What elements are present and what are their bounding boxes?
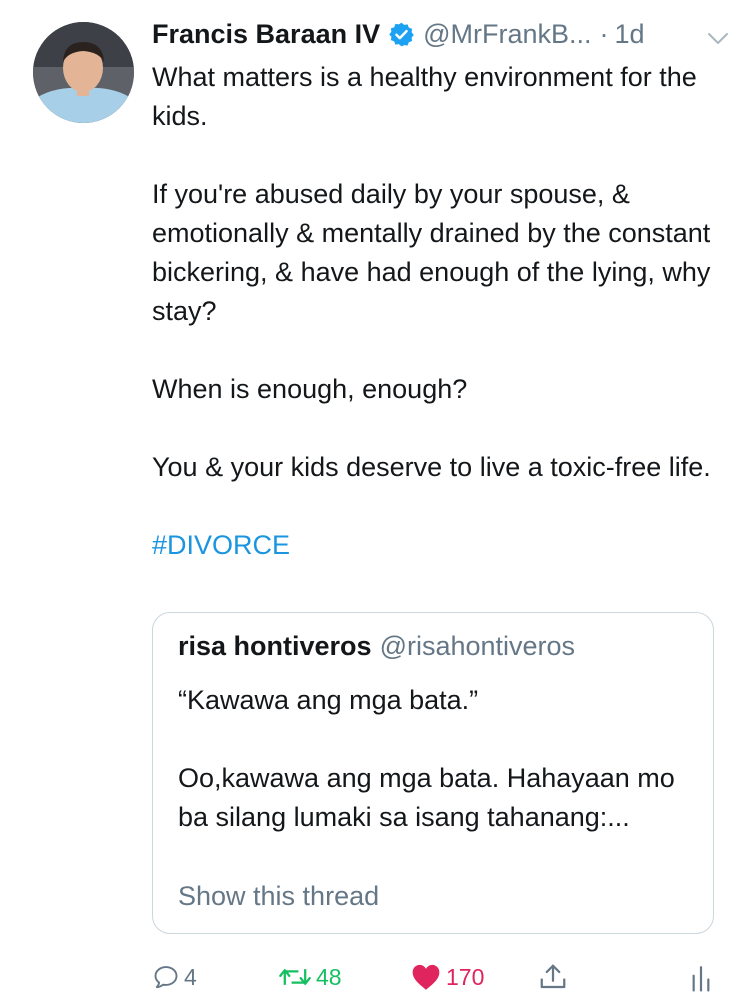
quoted-paragraph: “Kawawa ang mga bata.” <box>178 685 479 715</box>
quoted-paragraph: Oo,kawawa ang mga bata. Hahayaan mo ba s… <box>178 763 675 832</box>
chevron-down-icon[interactable] <box>706 24 730 44</box>
avatar[interactable] <box>33 22 134 123</box>
verified-badge-icon <box>388 21 415 48</box>
reply-icon <box>152 963 180 991</box>
retweet-button[interactable]: 48 <box>278 955 342 999</box>
quoted-tweet[interactable]: risa hontiveros @risahontiveros “Kawawa a… <box>152 612 714 934</box>
author-display-name[interactable]: Francis Baraan IV <box>152 19 380 50</box>
reply-button[interactable]: 4 <box>152 955 197 999</box>
quoted-tweet-text: “Kawawa ang mga bata.” Oo,kawawa ang mga… <box>178 681 698 837</box>
quoted-author-handle: @risahontiveros <box>379 631 576 661</box>
quoted-author-name: risa hontiveros <box>178 631 372 661</box>
author-handle[interactable]: @MrFrankB... <box>423 19 591 50</box>
quoted-tweet-header: risa hontiveros @risahontiveros <box>178 631 575 662</box>
tweet-paragraph: If you're abused daily by your spouse, &… <box>152 179 711 326</box>
tweet-paragraph: When is enough, enough? <box>152 374 468 404</box>
retweet-count: 48 <box>316 963 342 990</box>
tweet-text: What matters is a healthy environment fo… <box>152 58 727 565</box>
tweet-paragraph: What matters is a healthy environment fo… <box>152 62 697 131</box>
share-icon <box>538 962 568 992</box>
tweet-actions: 4 48 170 <box>152 955 727 999</box>
retweet-icon <box>278 963 312 991</box>
tweet[interactable]: Francis Baraan IV @MrFrankB... · 1d What… <box>0 0 749 1006</box>
analytics-button[interactable] <box>690 955 712 999</box>
heart-icon <box>410 963 442 991</box>
like-button[interactable]: 170 <box>410 955 484 999</box>
show-thread-link[interactable]: Show this thread <box>178 881 379 912</box>
hashtag-link[interactable]: #DIVORCE <box>152 526 727 565</box>
tweet-timestamp[interactable]: 1d <box>615 19 645 50</box>
separator-dot: · <box>599 18 609 49</box>
share-button[interactable] <box>538 955 568 999</box>
tweet-header: Francis Baraan IV @MrFrankB... · 1d <box>152 14 732 54</box>
tweet-paragraph: You & your kids deserve to live a toxic-… <box>152 452 711 482</box>
reply-count: 4 <box>184 963 197 990</box>
analytics-icon <box>690 962 712 992</box>
like-count: 170 <box>446 963 485 990</box>
